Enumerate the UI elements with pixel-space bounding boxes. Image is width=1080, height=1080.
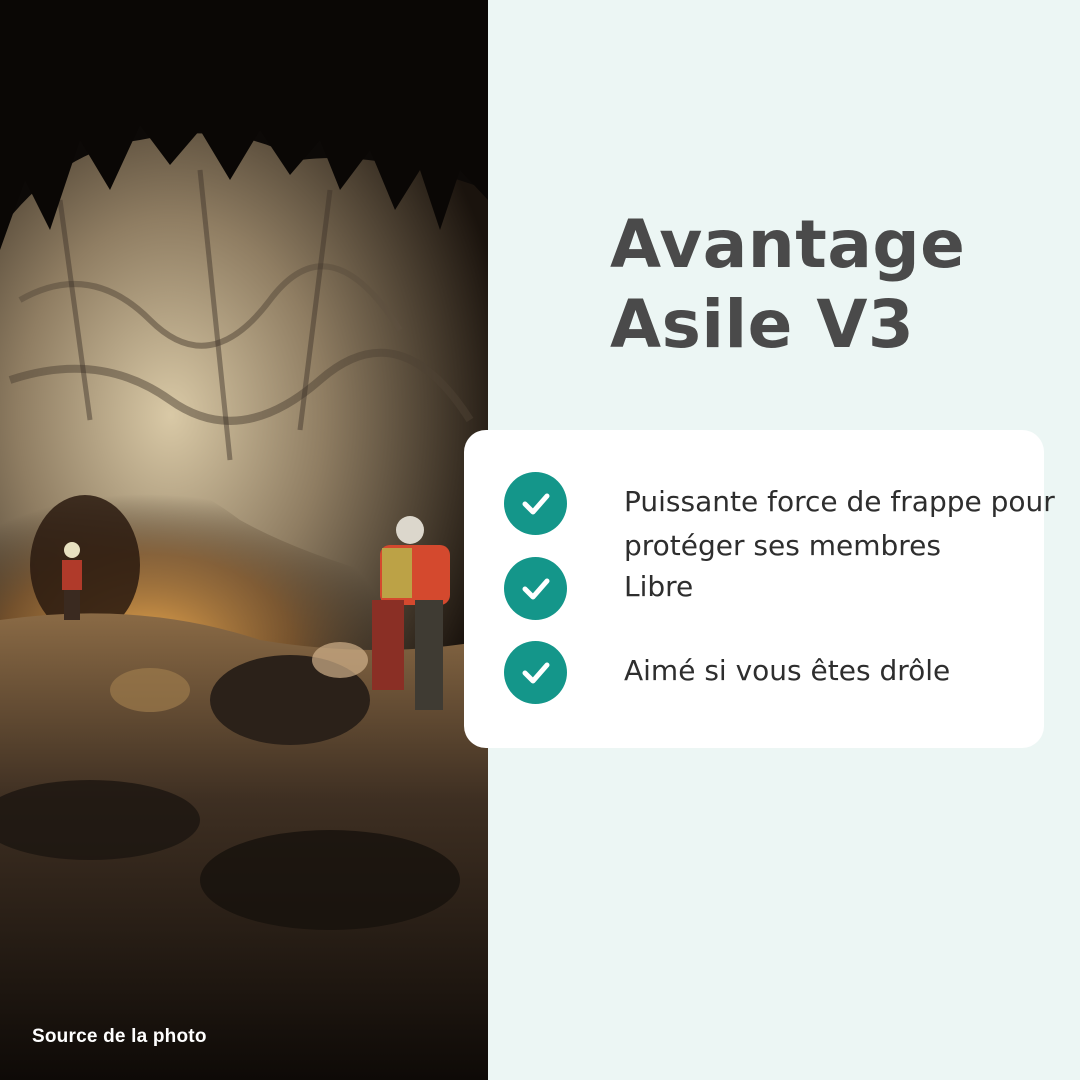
title-line-2: Asile V3 [610,286,915,363]
benefit-text: Libre [624,570,694,603]
title-line-1: Avantage [610,206,966,283]
check-icon [504,641,567,704]
page-title: Avantage Asile V3 [610,205,1050,365]
benefits-card: Puissante force de frappe pour protéger … [464,430,1055,748]
check-icon [504,472,567,535]
photo-credit-link[interactable]: Source de la photo [32,1026,207,1048]
check-icon [504,557,567,620]
cave-photo: Source de la photo [0,0,488,1080]
benefit-text: Puissante force de frappe pour protéger … [624,485,1055,562]
cave-illustration [0,0,488,1080]
benefit-text: Aimé si vous êtes drôle [624,654,951,687]
